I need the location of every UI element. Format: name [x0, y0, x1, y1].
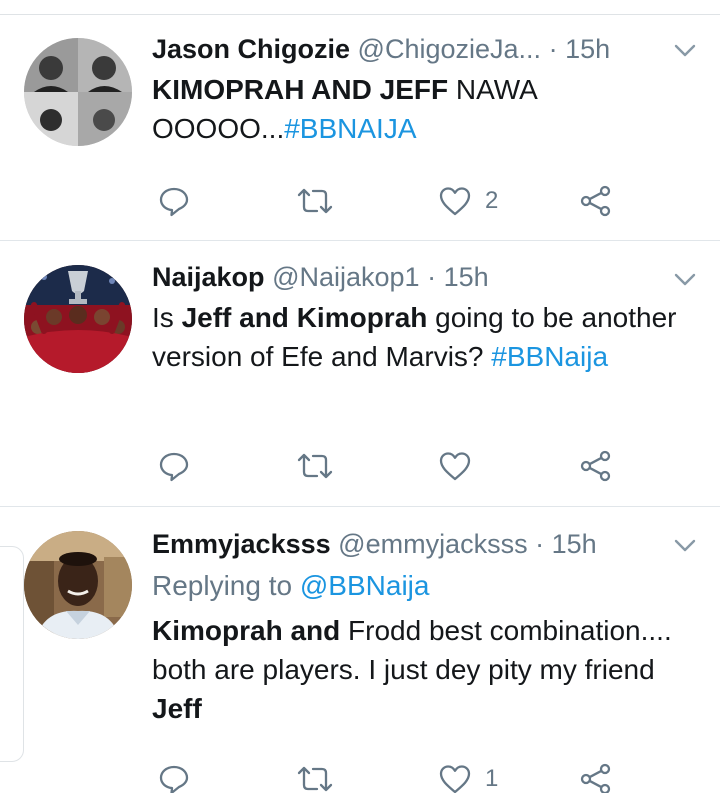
- tweet-actions: [0, 446, 720, 486]
- like-button[interactable]: 2: [439, 181, 498, 221]
- reply-button[interactable]: [158, 181, 190, 221]
- avatar[interactable]: [24, 38, 132, 146]
- side-panel-edge: [0, 546, 24, 762]
- separator-dot: ·: [535, 529, 545, 559]
- hashtag-link[interactable]: #BBNaija: [491, 341, 608, 372]
- retweet-button[interactable]: [297, 759, 333, 793]
- bold-text: Jeff: [152, 693, 202, 724]
- user-handle[interactable]: @emmyjacksss: [338, 529, 527, 559]
- tweet-text: Kimoprah and Frodd best combination.... …: [152, 611, 712, 728]
- like-count: 1: [485, 765, 499, 792]
- tweet-text: KIMOPRAH AND JEFF NAWA OOOOO...#BBNAIJA: [152, 70, 712, 148]
- share-icon: [580, 185, 611, 217]
- bold-text: KIMOPRAH AND JEFF: [152, 74, 449, 105]
- display-name[interactable]: Naijakop: [152, 262, 265, 292]
- tweet-header: Naijakop @Naijakop1 · 15h: [152, 259, 720, 295]
- retweet-icon: [297, 188, 333, 214]
- share-button[interactable]: [580, 181, 612, 221]
- avatar[interactable]: [24, 531, 132, 639]
- tweet-actions: 1: [0, 759, 720, 793]
- separator-dot: ·: [548, 34, 558, 64]
- retweet-button[interactable]: [297, 181, 333, 221]
- retweet-icon: [297, 453, 333, 479]
- heart-icon: [439, 452, 471, 481]
- like-button[interactable]: [439, 446, 485, 486]
- retweet-icon: [297, 766, 333, 792]
- heart-icon: [439, 765, 471, 793]
- bold-text: Kimoprah and: [152, 615, 341, 646]
- hashtag-link[interactable]: #BBNAIJA: [284, 113, 416, 144]
- tweet-header: Emmyjacksss @emmyjacksss · 15h: [152, 526, 720, 562]
- share-button[interactable]: [580, 446, 612, 486]
- display-name[interactable]: Jason Chigozie: [152, 34, 350, 64]
- display-name[interactable]: Emmyjacksss: [152, 529, 331, 559]
- chevron-down-icon[interactable]: [674, 539, 696, 553]
- share-button[interactable]: [580, 759, 612, 793]
- tweet-card[interactable]: Naijakop @Naijakop1 · 15h Is Jeff and Ki…: [0, 241, 720, 506]
- tweet-card[interactable]: Emmyjacksss @emmyjacksss · 15h Replying …: [0, 507, 720, 793]
- chevron-down-icon[interactable]: [674, 273, 696, 287]
- user-handle[interactable]: @Naijakop1: [272, 262, 420, 292]
- reply-button[interactable]: [158, 446, 190, 486]
- share-icon: [580, 763, 611, 793]
- bold-text: Jeff and Kimoprah: [181, 302, 428, 333]
- mention-link[interactable]: @BBNaija: [300, 570, 430, 601]
- reply-button[interactable]: [158, 759, 190, 793]
- separator-dot: ·: [427, 262, 437, 292]
- tweet-header: Jason Chigozie @ChigozieJa... · 15h: [152, 31, 720, 67]
- share-icon: [580, 450, 611, 482]
- heart-icon: [439, 187, 471, 216]
- tweet-card[interactable]: Jason Chigozie @ChigozieJa... · 15h KIMO…: [0, 0, 720, 240]
- timestamp[interactable]: 15h: [444, 262, 489, 292]
- avatar[interactable]: [24, 265, 132, 373]
- plain-text: Is: [152, 302, 182, 333]
- reply-icon: [159, 187, 189, 217]
- reply-icon: [159, 765, 189, 793]
- tweet-text: Is Jeff and Kimoprah going to be another…: [152, 298, 712, 376]
- retweet-button[interactable]: [297, 446, 333, 486]
- reply-icon: [159, 452, 189, 482]
- chevron-down-icon[interactable]: [674, 44, 696, 58]
- like-count: 2: [485, 187, 499, 214]
- replying-to-label: Replying to: [152, 570, 293, 601]
- timestamp[interactable]: 15h: [565, 34, 610, 64]
- replying-to-line: Replying to @BBNaija: [152, 566, 712, 605]
- timestamp[interactable]: 15h: [552, 529, 597, 559]
- like-button[interactable]: 1: [439, 759, 498, 793]
- tweet-actions: 2: [0, 181, 720, 221]
- user-handle[interactable]: @ChigozieJa...: [358, 34, 542, 64]
